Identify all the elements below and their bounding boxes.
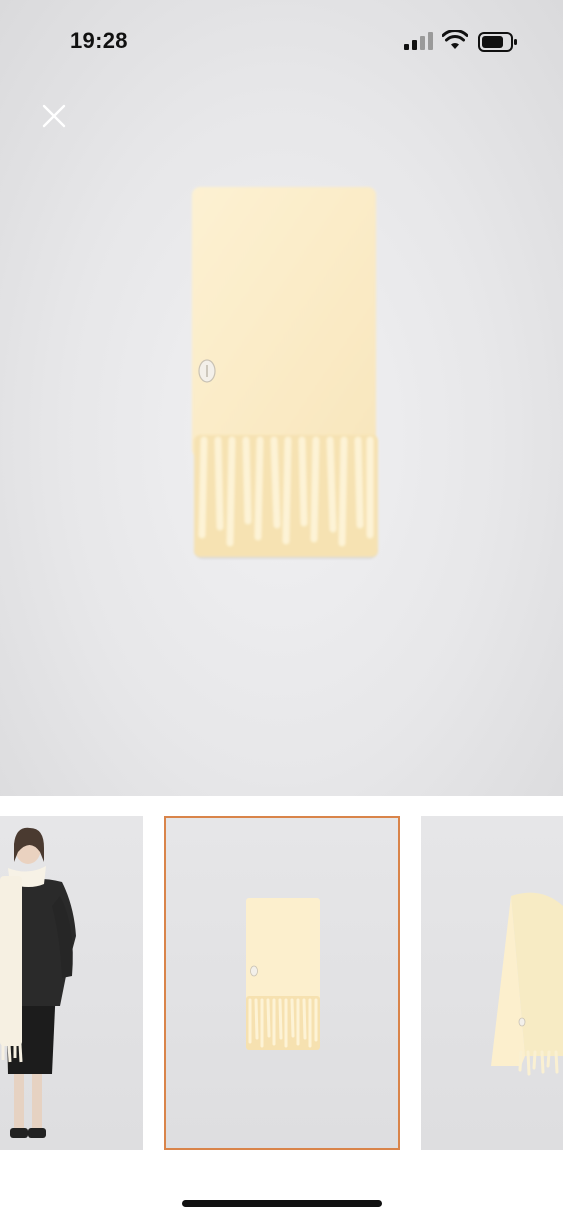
product-image-viewer[interactable]: 19:28 xyxy=(0,0,563,796)
folded-scarf-image xyxy=(246,898,320,1050)
close-icon xyxy=(42,104,66,128)
product-image xyxy=(192,187,378,559)
close-button[interactable] xyxy=(36,98,72,134)
home-indicator[interactable] xyxy=(182,1200,382,1207)
draped-scarf-image xyxy=(491,892,563,1076)
signal-icon xyxy=(404,32,433,50)
model-image xyxy=(0,827,76,1138)
thumbnail-strip xyxy=(0,816,563,1150)
status-time: 19:28 xyxy=(70,28,128,53)
status-bar: 19:28 xyxy=(0,0,563,80)
thumbnail-1[interactable] xyxy=(0,816,143,1150)
battery-icon xyxy=(478,32,517,52)
thumbnail-3[interactable] xyxy=(421,816,563,1150)
thumbnail-2[interactable] xyxy=(164,816,400,1150)
wifi-icon xyxy=(442,30,468,49)
